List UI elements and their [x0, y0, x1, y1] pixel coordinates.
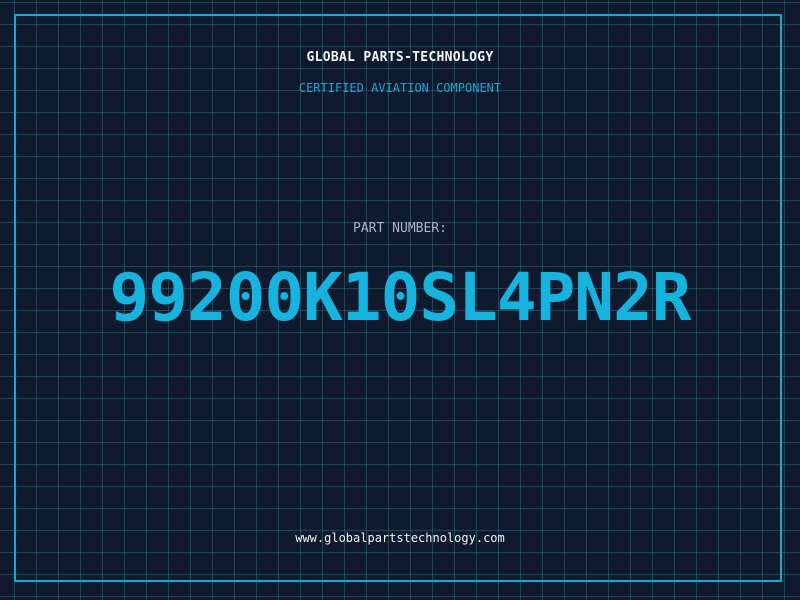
- part-number-label: PART NUMBER:: [353, 221, 447, 236]
- tagline: CERTIFIED AVIATION COMPONENT: [298, 81, 502, 95]
- website-url: www.globalpartstechnology.com: [295, 531, 505, 545]
- brand-name: GLOBAL PARTS-TECHNOLOGY: [306, 50, 494, 65]
- part-number-value: 99200K10SL4PN2R: [109, 259, 691, 336]
- certificate-card: GLOBAL PARTS-TECHNOLOGY CERTIFIED AVIATI…: [0, 0, 800, 600]
